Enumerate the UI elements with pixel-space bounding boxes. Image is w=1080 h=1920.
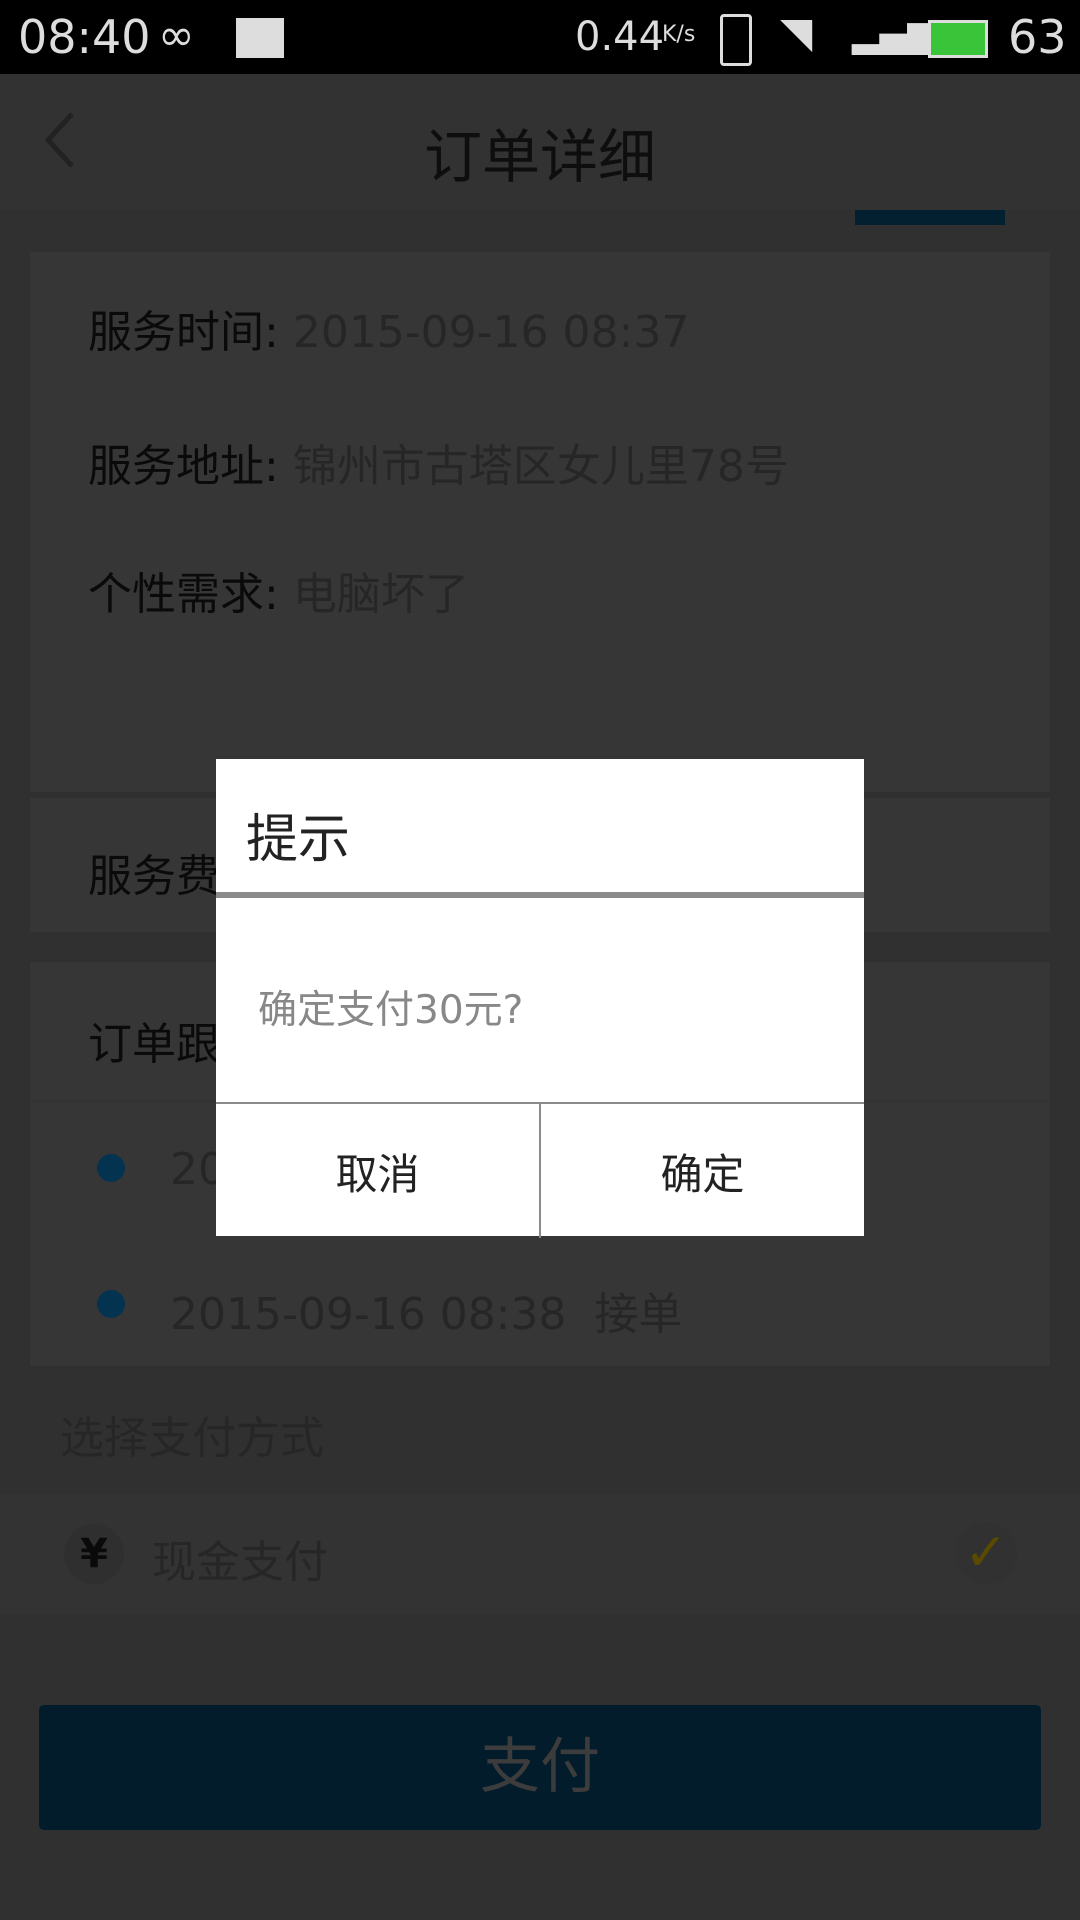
dialog-message: 确定支付30元? bbox=[258, 988, 524, 1033]
dialog-divider bbox=[216, 892, 864, 898]
dialog-title: 提示 bbox=[246, 810, 351, 870]
detail-row: 服务地址: 锦州市古塔区女儿里78号 bbox=[88, 441, 789, 492]
cancel-button[interactable]: 取消 bbox=[216, 1104, 539, 1238]
confirm-dialog: 提示 确定支付30元? 取消 确定 bbox=[216, 759, 864, 1238]
payment-section-label: 选择支付方式 bbox=[60, 1413, 324, 1464]
tracking-label: 订单跟 bbox=[88, 1019, 220, 1070]
detail-row: 个性需求: 电脑坏了 bbox=[88, 569, 469, 620]
battery-icon bbox=[928, 20, 988, 58]
pay-button[interactable]: 支付 bbox=[39, 1705, 1041, 1830]
details-card: 服务时间: 2015-09-16 08:37 服务地址: 锦州市古塔区女儿里78… bbox=[30, 252, 1050, 792]
payment-method-cash[interactable]: ¥ 现金支付 ✓ bbox=[0, 1494, 1080, 1614]
fee-label: 服务费 bbox=[88, 851, 220, 902]
header: 订单详细 bbox=[0, 74, 1080, 210]
status-bar: 08:40 ∞ 0.44 K/s ◥ ▂▄▆ 63 bbox=[0, 0, 1080, 74]
image-icon bbox=[236, 18, 284, 58]
confirm-button[interactable]: 确定 bbox=[539, 1104, 864, 1238]
speed-unit: K/s bbox=[662, 22, 696, 47]
detail-row: 服务时间: 2015-09-16 08:37 bbox=[88, 307, 690, 358]
payment-method-label: 现金支付 bbox=[152, 1537, 328, 1588]
signal-icon: ▂▄▆ bbox=[852, 14, 936, 55]
timeline-dot bbox=[97, 1154, 125, 1182]
tracking-item: 2015-09-16 08:38 接单 bbox=[170, 1289, 683, 1340]
network-speed: 0.44 bbox=[575, 14, 665, 60]
infinity-icon: ∞ bbox=[158, 10, 195, 61]
battery-level: 63 bbox=[1008, 10, 1067, 64]
check-icon[interactable]: ✓ bbox=[955, 1522, 1017, 1584]
page-title: 订单详细 bbox=[423, 123, 656, 191]
dialog-buttons: 取消 确定 bbox=[216, 1102, 864, 1238]
tab-indicator bbox=[855, 210, 1005, 225]
status-time: 08:40 bbox=[18, 10, 151, 64]
wifi-icon: ◥ bbox=[780, 8, 813, 57]
yuan-icon: ¥ bbox=[64, 1524, 124, 1584]
timeline-dot bbox=[97, 1290, 125, 1318]
vibrate-icon bbox=[720, 14, 752, 66]
